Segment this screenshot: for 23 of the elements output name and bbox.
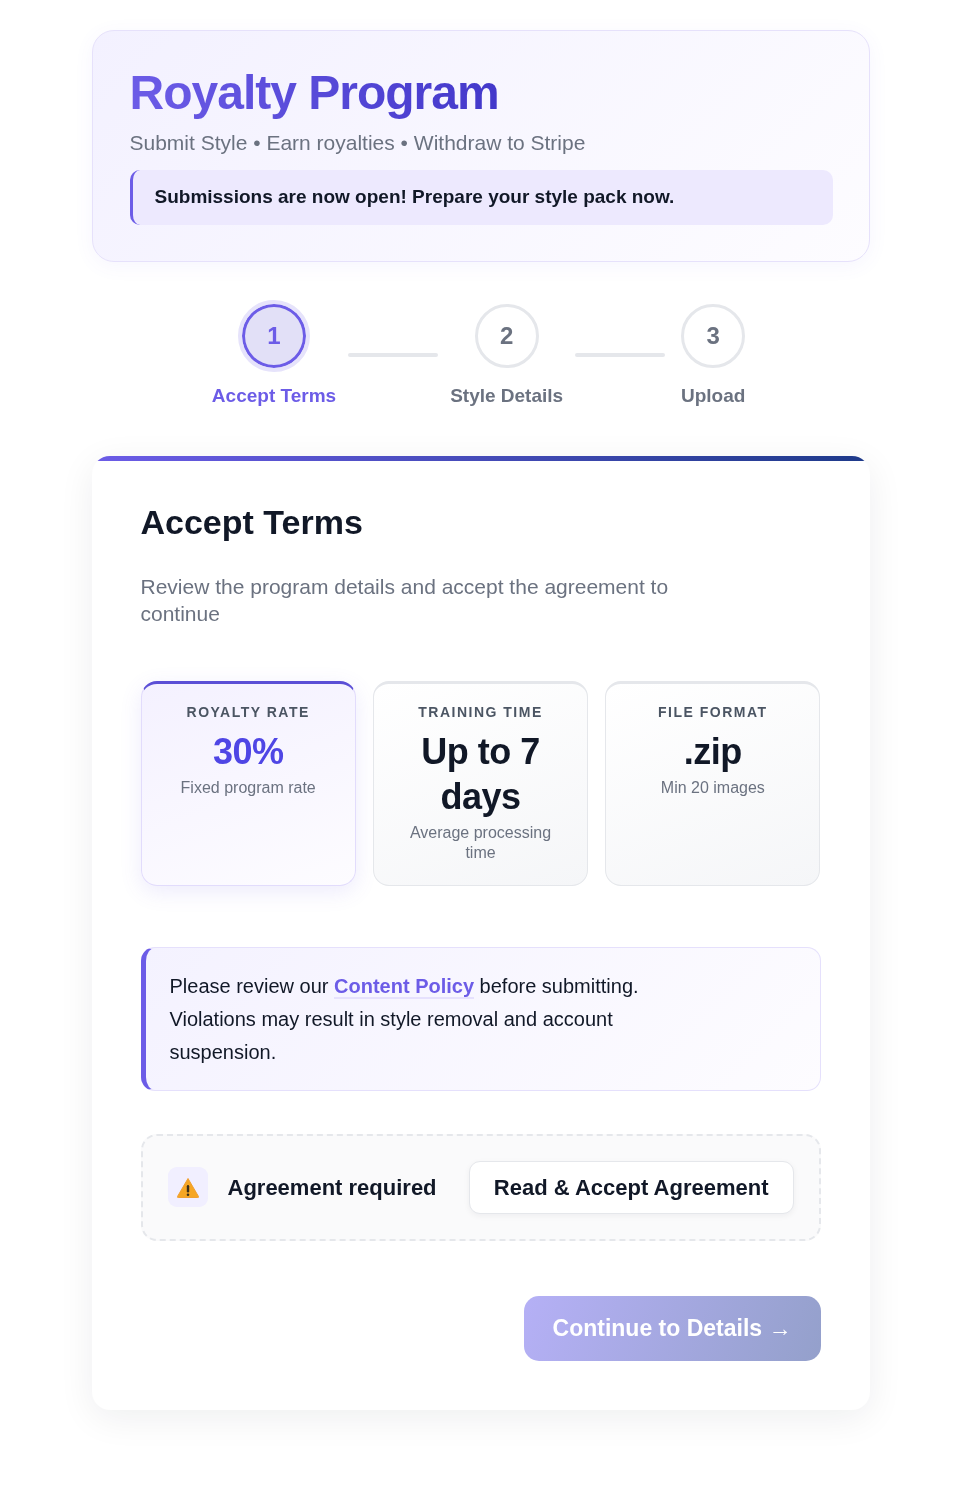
stat-caption: Average processing time — [408, 822, 553, 863]
step-label: Accept Terms — [211, 383, 337, 408]
stat-label: TRAINING TIME — [417, 702, 544, 721]
stat-caption: Min 20 images — [659, 777, 766, 798]
section-title: Accept Terms — [140, 501, 364, 543]
content-policy-link[interactable]: Content Policy — [334, 974, 475, 999]
step-number: 3 — [681, 303, 746, 368]
step-label: Style Details — [450, 383, 564, 408]
stat-label: FILE FORMAT — [657, 702, 769, 721]
step-number: 1 — [238, 299, 310, 372]
step-label: Upload — [680, 383, 746, 408]
section-description: Review the program details and accept the agreement to continue — [140, 573, 670, 627]
stat-value: 30% — [211, 729, 285, 774]
page-subtitle: Submit Style • Earn royalties • Withdraw to Stripe — [129, 129, 587, 156]
stat-value: .zip — [682, 729, 743, 774]
stat-value: Up to 7 days — [420, 729, 541, 819]
policy-notice-text: Please review our Content Policy before submitting. Violations may result in style removal and account suspension. — [169, 973, 640, 1065]
stat-label: ROYALTY RATE — [185, 702, 311, 721]
step-number: 2 — [474, 303, 539, 368]
agreement-status: Agreement required — [227, 1173, 437, 1202]
notice-banner: Submissions are now open! Prepare your style pack now. — [129, 169, 833, 225]
stat-caption: Fixed program rate — [179, 777, 317, 798]
read-agreement-button[interactable]: Read & Accept Agreement — [468, 1160, 794, 1214]
